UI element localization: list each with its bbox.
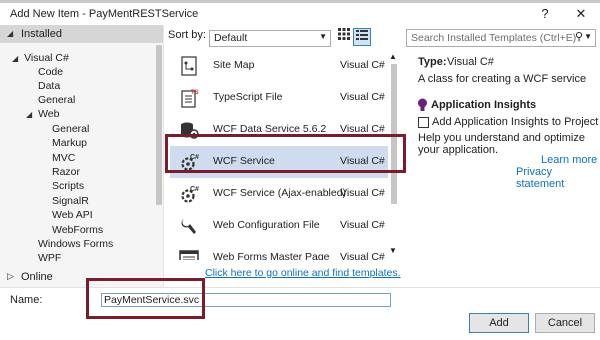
template-language: Visual C#	[340, 187, 385, 199]
template-row[interactable]: Site Map Visual C#	[170, 50, 388, 82]
sort-label: Sort by:	[168, 29, 206, 41]
tree-item-signalr[interactable]: SignalR	[52, 194, 89, 208]
tree-item-code[interactable]: Code	[38, 65, 63, 79]
web-config-icon	[181, 219, 196, 234]
template-name: TypeScript File	[213, 91, 283, 103]
online-templates-link[interactable]: Click here to go online and find templat…	[205, 267, 401, 279]
online-label: Online	[21, 271, 53, 283]
tree-item-webforms[interactable]: WebForms	[52, 223, 103, 237]
template-name: WCF Service (Ajax-enabled)	[213, 187, 347, 199]
tree-item-scripts[interactable]: Scripts	[52, 179, 84, 193]
search-placeholder: Search Installed Templates (Ctrl+E)	[411, 32, 577, 44]
svg-text:TS: TS	[191, 90, 199, 96]
insights-description: Help you understand and optimize your ap…	[418, 132, 585, 156]
highlight-box-wcf-service	[165, 134, 406, 173]
grid-view-icon	[338, 28, 350, 40]
tree-label: Web	[38, 108, 60, 120]
tree-item-visual-csharp[interactable]: ◢ Visual C#	[12, 51, 69, 65]
tree-item-web-general[interactable]: General	[52, 122, 89, 136]
insights-checkbox-label[interactable]: Add Application Insights to Project	[432, 116, 598, 128]
medium-icons-view-button[interactable]	[336, 28, 352, 44]
tree-item-razor[interactable]: Razor	[52, 165, 80, 179]
template-language: Visual C#	[340, 91, 385, 103]
template-description: A class for creating a WCF service	[418, 73, 587, 85]
tree-scrollbar[interactable]	[156, 45, 162, 205]
cancel-button[interactable]: Cancel	[535, 313, 595, 333]
installed-node[interactable]: ◢ Installed	[0, 25, 163, 43]
chevron-down-icon: ▼	[319, 32, 327, 41]
wcf-ajax-service-icon: C#	[181, 186, 199, 203]
chevron-down-icon: ▼	[584, 32, 592, 41]
installed-label: Installed	[21, 28, 62, 40]
template-tree: ◢ Installed ◢ Visual C# Code Data Genera…	[0, 25, 164, 287]
search-icon: ⚲	[574, 31, 583, 43]
scroll-up-icon: ▲	[389, 52, 397, 61]
search-templates-input[interactable]: Search Installed Templates (Ctrl+E) ⚲ ▼	[406, 29, 596, 47]
template-name: Web Configuration File	[213, 219, 320, 231]
collapse-triangle-icon: ◢	[12, 54, 19, 63]
tree-item-windows-forms[interactable]: Windows Forms	[38, 237, 113, 251]
template-language: Visual C#	[340, 59, 385, 71]
template-row[interactable]: Web Configuration File Visual C#	[170, 210, 388, 242]
typescript-file-icon: TS	[181, 90, 199, 108]
insights-checkbox[interactable]	[418, 117, 429, 128]
sort-dropdown[interactable]: Default ▼	[209, 30, 331, 47]
master-page-icon	[179, 250, 199, 260]
tree-item-general[interactable]: General	[38, 93, 75, 107]
sort-value: Default	[214, 32, 248, 44]
tree-item-markup[interactable]: Markup	[52, 136, 87, 150]
list-view-icon	[356, 30, 368, 40]
expand-triangle-icon: ▷	[7, 271, 14, 281]
template-language: Visual C#	[340, 219, 385, 231]
template-name: Site Map	[213, 59, 255, 71]
lightbulb-icon	[418, 98, 427, 111]
tree-item-web[interactable]: ◢ Web	[26, 107, 59, 121]
add-button[interactable]: Add	[469, 313, 529, 333]
template-row[interactable]: TS TypeScript File Visual C#	[170, 82, 388, 114]
tree-label: Visual C#	[24, 52, 69, 64]
name-label: Name:	[10, 294, 43, 306]
scroll-down-icon: ▼	[389, 246, 397, 255]
template-row[interactable]: C# WCF Service (Ajax-enabled) Visual C#	[170, 178, 388, 210]
template-name: Web Forms Master Page	[213, 251, 330, 260]
collapse-triangle-icon: ◢	[7, 29, 14, 38]
title-bar: Add New Item - PayMentRESTService ? ✕	[0, 3, 600, 25]
type-value: Visual C#	[447, 56, 494, 68]
template-row[interactable]: Web Forms Master Page Visual C#	[170, 242, 388, 260]
insights-title: Application Insights	[431, 99, 537, 111]
tree-item-data[interactable]: Data	[38, 79, 60, 93]
tree-item-wpf[interactable]: WPF	[38, 251, 61, 265]
help-button[interactable]: ?	[534, 5, 556, 23]
svg-text:C#: C#	[190, 186, 199, 193]
site-map-icon	[181, 56, 197, 76]
template-language: Visual C#	[340, 251, 385, 260]
privacy-statement-link[interactable]: Privacy statement	[516, 166, 600, 190]
type-label: Type:	[418, 56, 447, 68]
collapse-triangle-icon: ◢	[26, 110, 33, 119]
highlight-box-name-field	[86, 278, 205, 319]
learn-more-link[interactable]: Learn more	[541, 154, 597, 166]
tree-item-web-api[interactable]: Web API	[52, 208, 93, 222]
tree-item-mvc[interactable]: MVC	[52, 151, 75, 165]
close-button[interactable]: ✕	[570, 5, 592, 23]
small-icons-view-button[interactable]	[353, 28, 371, 46]
window-title: Add New Item - PayMentRESTService	[10, 8, 199, 20]
